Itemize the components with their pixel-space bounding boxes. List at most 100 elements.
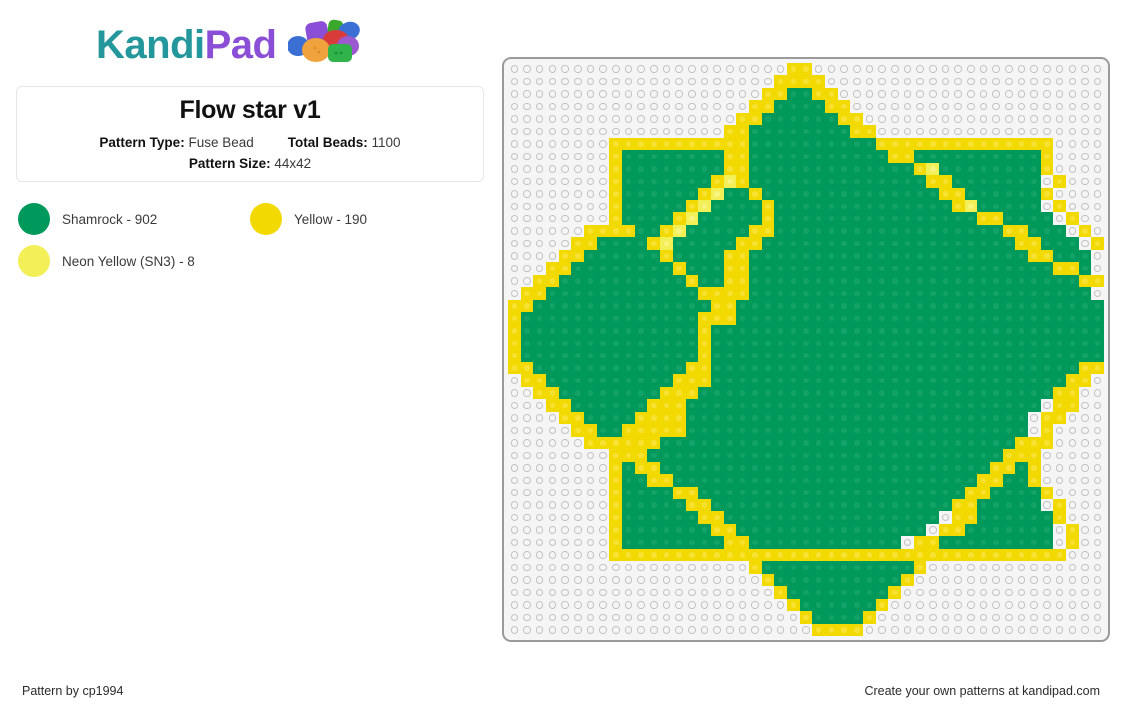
bead-cell[interactable] (901, 187, 914, 201)
bead-cell[interactable] (799, 498, 813, 512)
bead-cell[interactable] (1065, 523, 1079, 537)
bead-peg-empty[interactable] (508, 374, 521, 387)
bead-peg-empty[interactable] (672, 573, 686, 587)
bead-cell[interactable] (951, 337, 965, 350)
bead-cell[interactable] (926, 536, 940, 549)
bead-cell[interactable] (812, 299, 826, 313)
bead-cell[interactable] (1002, 474, 1016, 487)
bead-cell[interactable] (1040, 187, 1054, 201)
bead-peg-empty[interactable] (520, 237, 534, 250)
bead-peg-empty[interactable] (964, 586, 978, 599)
bead-cell[interactable] (546, 287, 559, 300)
bead-peg-empty[interactable] (558, 623, 572, 636)
bead-cell[interactable] (748, 498, 762, 512)
bead-cell[interactable] (774, 374, 787, 387)
bead-cell[interactable] (888, 224, 902, 238)
bead-cell[interactable] (825, 312, 838, 325)
bead-peg-empty[interactable] (977, 75, 990, 88)
bead-cell[interactable] (1040, 137, 1054, 151)
bead-cell[interactable] (837, 287, 851, 300)
bead-cell[interactable] (609, 511, 623, 524)
bead-cell[interactable] (913, 511, 927, 524)
bead-peg-empty[interactable] (1053, 150, 1066, 163)
bead-peg-empty[interactable] (1065, 573, 1079, 587)
bead-peg-empty[interactable] (609, 75, 623, 88)
bead-peg-empty[interactable] (939, 75, 952, 88)
bead-cell[interactable] (748, 100, 762, 113)
bead-cell[interactable] (837, 573, 851, 587)
bead-cell[interactable] (685, 386, 699, 400)
bead-cell[interactable] (1078, 337, 1092, 350)
bead-cell[interactable] (647, 349, 661, 362)
bead-peg-empty[interactable] (634, 623, 648, 636)
bead-cell[interactable] (672, 299, 686, 313)
bead-peg-empty[interactable] (1065, 63, 1079, 76)
bead-cell[interactable] (761, 100, 775, 113)
bead-cell[interactable] (685, 312, 699, 325)
bead-peg-empty[interactable] (964, 100, 978, 113)
bead-peg-empty[interactable] (508, 424, 521, 437)
bead-peg-empty[interactable] (584, 474, 597, 487)
bead-peg-empty[interactable] (926, 63, 940, 76)
bead-peg-empty[interactable] (875, 87, 889, 101)
bead-peg-empty[interactable] (672, 586, 686, 599)
bead-peg-empty[interactable] (901, 87, 914, 101)
bead-peg-empty[interactable] (660, 87, 673, 101)
bead-peg-empty[interactable] (1040, 100, 1054, 113)
bead-peg-empty[interactable] (571, 523, 585, 537)
bead-cell[interactable] (622, 411, 635, 425)
bead-cell[interactable] (1053, 274, 1066, 288)
bead-cell[interactable] (761, 386, 775, 400)
bead-cell[interactable] (875, 511, 889, 524)
bead-peg-empty[interactable] (939, 100, 952, 113)
bead-peg-empty[interactable] (647, 598, 661, 612)
bead-cell[interactable] (850, 536, 864, 549)
bead-cell[interactable] (660, 461, 673, 475)
bead-cell[interactable] (1027, 287, 1041, 300)
bead-peg-empty[interactable] (1002, 561, 1016, 574)
bead-peg-empty[interactable] (913, 586, 927, 599)
bead-cell[interactable] (939, 498, 952, 512)
bead-peg-empty[interactable] (901, 586, 914, 599)
bead-cell[interactable] (748, 523, 762, 537)
bead-cell[interactable] (926, 299, 940, 313)
bead-cell[interactable] (672, 548, 686, 562)
bead-peg-empty[interactable] (1091, 200, 1104, 213)
bead-peg-empty[interactable] (508, 87, 521, 101)
bead-cell[interactable] (1078, 249, 1092, 263)
bead-peg-empty[interactable] (622, 125, 635, 138)
bead-cell[interactable] (926, 474, 940, 487)
bead-cell[interactable] (672, 187, 686, 201)
bead-peg-empty[interactable] (584, 536, 597, 549)
bead-cell[interactable] (761, 523, 775, 537)
bead-cell[interactable] (825, 586, 838, 599)
bead-peg-empty[interactable] (951, 623, 965, 636)
bead-cell[interactable] (647, 486, 661, 499)
bead-peg-empty[interactable] (546, 461, 559, 475)
bead-cell[interactable] (825, 361, 838, 375)
bead-peg-empty[interactable] (786, 611, 800, 624)
bead-cell[interactable] (799, 274, 813, 288)
bead-cell[interactable] (964, 436, 978, 450)
bead-peg-empty[interactable] (1027, 75, 1041, 88)
bead-cell[interactable] (1015, 150, 1028, 163)
bead-cell[interactable] (672, 411, 686, 425)
bead-peg-empty[interactable] (1065, 87, 1079, 101)
bead-cell[interactable] (1015, 299, 1028, 313)
bead-peg-empty[interactable] (546, 474, 559, 487)
bead-peg-empty[interactable] (1091, 262, 1104, 275)
bead-cell[interactable] (571, 274, 585, 288)
bead-cell[interactable] (901, 224, 914, 238)
bead-cell[interactable] (901, 436, 914, 450)
bead-cell[interactable] (634, 187, 648, 201)
bead-peg-empty[interactable] (774, 63, 787, 76)
bead-cell[interactable] (710, 162, 724, 176)
bead-cell[interactable] (1002, 449, 1016, 462)
bead-cell[interactable] (622, 461, 635, 475)
bead-cell[interactable] (913, 237, 927, 250)
bead-cell[interactable] (977, 399, 990, 412)
bead-cell[interactable] (1015, 424, 1028, 437)
bead-cell[interactable] (1015, 137, 1028, 151)
bead-cell[interactable] (837, 125, 851, 138)
bead-peg-empty[interactable] (1065, 137, 1079, 151)
